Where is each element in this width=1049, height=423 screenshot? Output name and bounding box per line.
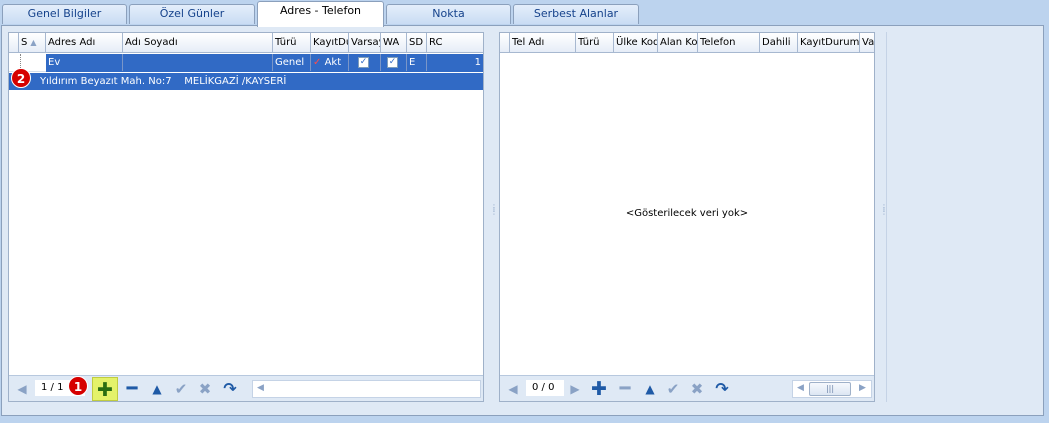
column-header-varsayilan[interactable]: Va (860, 33, 874, 52)
tab-bar: Genel Bilgiler Özel Günler Adres - Telef… (0, 0, 1049, 27)
remove-button[interactable]: ━ (123, 378, 141, 399)
column-header-varsayilan[interactable]: Varsay (349, 33, 381, 52)
add-button[interactable]: ✚ (588, 378, 610, 400)
varsayilan-checkbox[interactable]: ✓ (358, 57, 369, 68)
column-header-indicator[interactable] (9, 33, 19, 52)
triangle-left-icon[interactable]: ◀ (506, 381, 520, 397)
remove-button[interactable]: ━ (616, 378, 634, 399)
refresh-button[interactable]: ↷ (220, 381, 240, 397)
move-up-button[interactable]: ▲ (642, 381, 658, 397)
column-header-adres-adi[interactable]: Adres Adı (46, 33, 123, 52)
splitter-handle-right[interactable]: ⋮ ⋮ (880, 204, 888, 216)
x-icon: ✖ (198, 380, 212, 398)
cancel-button[interactable]: ✖ (196, 381, 214, 397)
address-horizontal-scrollbar[interactable]: ◀ (252, 380, 481, 398)
column-header-wa[interactable]: WA (381, 33, 407, 52)
column-header-turu[interactable]: Türü (576, 33, 614, 52)
plus-icon: ✚ (591, 378, 607, 400)
move-up-button[interactable]: ▲ (149, 381, 165, 397)
add-button[interactable]: ✚ (92, 377, 118, 401)
plus-icon: ✚ (97, 379, 113, 401)
panel-divider (886, 32, 887, 402)
cell-varsayilan: ✓ (349, 54, 381, 71)
tab-genel-bilgiler[interactable]: Genel Bilgiler (2, 4, 127, 24)
column-header-turu[interactable]: Türü (273, 33, 311, 52)
confirm-button[interactable]: ✔ (172, 381, 190, 397)
column-header-telefon[interactable]: Telefon (698, 33, 760, 52)
triangle-up-icon: ▲ (152, 382, 162, 396)
phone-navigator: ◀ 0 / 0 ▶ ✚ ━ ▲ ✔ ✖ ↷ ◀ ||| ▶ (500, 375, 874, 401)
wa-checkbox[interactable]: ✓ (387, 57, 398, 68)
sort-ascending-icon: ▲ (30, 38, 37, 47)
tab-nokta[interactable]: Nokta (386, 4, 511, 24)
phone-record-counter: 0 / 0 (526, 380, 564, 396)
check-icon: ✓ (313, 57, 322, 68)
triangle-left-icon[interactable]: ◀ (15, 381, 29, 397)
refresh-icon: ↷ (223, 379, 237, 398)
check-icon: ✔ (174, 380, 188, 398)
column-header-ulke-kodu[interactable]: Ülke Kod (614, 33, 658, 52)
splitter-handle[interactable]: ⋮ ⋮ (490, 204, 498, 216)
cell-kayit-durumu: ✓ Akt (311, 54, 349, 71)
cell-adi-soyadi (123, 54, 273, 71)
column-header-s[interactable]: S ▲ (19, 33, 46, 52)
address-grid-header: S ▲ Adres Adı Adı Soyadı Türü KayıtDu Var… (9, 33, 483, 53)
x-icon: ✖ (690, 380, 704, 398)
scroll-left-icon[interactable]: ◀ (797, 383, 804, 393)
scroll-thumb[interactable]: ||| (809, 382, 851, 396)
table-row[interactable]: Ev Genel ✓ Akt ✓ ✓ E 1 (46, 54, 483, 72)
triangle-up-icon: ▲ (645, 382, 655, 396)
column-header-adi-soyadi[interactable]: Adı Soyadı (123, 33, 273, 52)
check-icon: ✔ (666, 380, 680, 398)
cell-turu: Genel (273, 54, 311, 71)
phone-grid: Tel Adı Türü Ülke Kod Alan Ko Telefon Da… (499, 32, 875, 402)
column-header-tel-adi[interactable]: Tel Adı (510, 33, 576, 52)
scroll-right-icon[interactable]: ▶ (859, 383, 866, 393)
refresh-icon: ↷ (715, 379, 729, 398)
cancel-button[interactable]: ✖ (688, 381, 706, 397)
triangle-right-icon[interactable]: ▶ (568, 381, 582, 397)
column-header-sd[interactable]: SD (407, 33, 427, 52)
badge-two: 2 (11, 68, 31, 88)
column-header-alan-kodu[interactable]: Alan Ko (658, 33, 698, 52)
phone-grid-header: Tel Adı Türü Ülke Kod Alan Ko Telefon Da… (500, 33, 874, 53)
cell-wa: ✓ (381, 54, 407, 71)
column-header-rc[interactable]: RC (427, 33, 483, 52)
empty-state-text: <Gösterilecek veri yok> (625, 208, 749, 219)
phone-horizontal-scrollbar[interactable]: ◀ ||| ▶ (792, 380, 872, 398)
tab-ozel-gunler[interactable]: Özel Günler (129, 4, 255, 24)
cell-sd: E (407, 54, 427, 71)
confirm-button[interactable]: ✔ (664, 381, 682, 397)
address-preview-row[interactable]: Yıldırım Beyazıt Mah. No:7 MELİKGAZİ /KA… (9, 73, 483, 90)
minus-icon: ━ (619, 378, 631, 399)
cell-adres-adi: Ev (46, 54, 123, 71)
scroll-left-icon[interactable]: ◀ (257, 383, 264, 393)
address-grid: S ▲ Adres Adı Adı Soyadı Türü KayıtDu Var… (8, 32, 484, 402)
column-header-kayit-durumu[interactable]: KayıtDu (311, 33, 349, 52)
column-header-kayit-durumu[interactable]: KayıtDurumu (798, 33, 860, 52)
column-header-indicator[interactable] (500, 33, 510, 52)
tab-adres-telefon[interactable]: Adres - Telefon (257, 1, 384, 27)
cell-rc: 1 (474, 57, 481, 68)
tab-content: S ▲ Adres Adı Adı Soyadı Türü KayıtDu Var… (1, 25, 1044, 416)
refresh-button[interactable]: ↷ (712, 381, 732, 397)
tab-serbest-alanlar[interactable]: Serbest Alanlar (513, 4, 639, 24)
minus-icon: ━ (126, 378, 138, 399)
column-header-dahili[interactable]: Dahili (760, 33, 798, 52)
badge-one: 1 (68, 376, 88, 396)
